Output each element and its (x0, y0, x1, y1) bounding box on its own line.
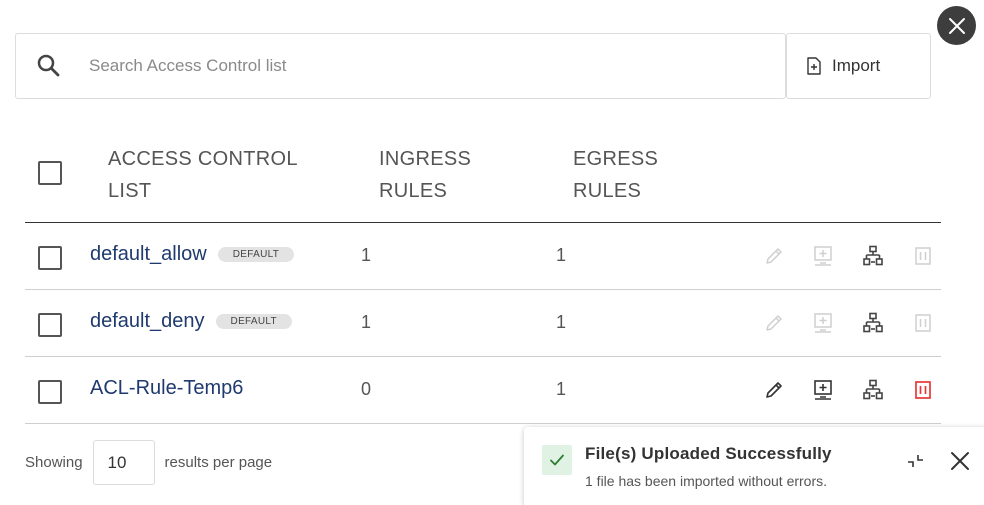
results-per-page-label: results per page (164, 454, 273, 471)
table-row: default_allow DEFAULT 1 1 (25, 223, 941, 290)
table-row: ACL-Rule-Temp6 0 1 (25, 357, 941, 424)
egress-count: 1 (556, 379, 567, 399)
collapse-toast-button[interactable] (904, 449, 928, 473)
search-input[interactable] (89, 56, 729, 76)
network-button[interactable] (861, 310, 885, 336)
row-checkbox[interactable] (38, 246, 62, 270)
network-button[interactable] (861, 243, 885, 269)
edit-button[interactable] (762, 243, 786, 269)
close-modal-button[interactable] (937, 6, 976, 45)
edit-button[interactable] (762, 377, 786, 403)
trash-icon (915, 381, 931, 399)
pencil-icon (766, 315, 782, 331)
acl-name[interactable]: default_allow (90, 243, 207, 266)
showing-label: Showing (25, 454, 83, 471)
select-all-checkbox[interactable] (38, 161, 62, 185)
check-icon (550, 454, 564, 466)
network-icon (863, 379, 883, 400)
header-acl: ACCESS CONTROL LIST (108, 148, 298, 202)
monitor-download-icon (814, 380, 832, 400)
export-button[interactable] (811, 310, 835, 336)
row-checkbox[interactable] (38, 313, 62, 337)
ingress-count: 1 (361, 245, 372, 265)
acl-name-link[interactable]: ACL-Rule-Temp6 (90, 377, 243, 400)
edit-button[interactable] (762, 310, 786, 336)
network-icon (863, 245, 883, 266)
success-toast: File(s) Uploaded Successfully 1 file has… (524, 427, 984, 505)
default-badge: DEFAULT (217, 247, 295, 262)
search-icon (35, 52, 63, 80)
delete-button[interactable] (911, 310, 935, 336)
import-label: Import (832, 56, 881, 75)
ingress-count: 1 (361, 312, 372, 332)
page-size-input[interactable] (92, 440, 155, 485)
pencil-icon (766, 248, 782, 264)
header-ingress: INGRESS RULES (379, 148, 472, 202)
egress-count: 1 (556, 245, 567, 265)
acl-name-link[interactable]: default_allow DEFAULT (90, 243, 295, 266)
acl-name[interactable]: default_deny (90, 310, 205, 333)
close-toast-button[interactable] (948, 449, 972, 473)
default-badge: DEFAULT (215, 314, 292, 329)
acl-table: ACCESS CONTROL LIST INGRESS RULES EGRESS… (25, 125, 941, 424)
monitor-download-icon (814, 313, 832, 333)
minimize-icon (908, 455, 923, 467)
network-button[interactable] (861, 377, 885, 403)
table-row: default_deny DEFAULT 1 1 (25, 290, 941, 357)
close-icon (948, 17, 965, 34)
pagination: Showing results per page (25, 440, 272, 485)
egress-count: 1 (556, 312, 567, 332)
acl-name[interactable]: ACL-Rule-Temp6 (90, 377, 243, 400)
import-button[interactable]: Import (786, 33, 931, 99)
monitor-download-icon (814, 246, 832, 266)
delete-button[interactable] (911, 377, 935, 403)
toast-title: File(s) Uploaded Successfully (585, 444, 832, 463)
pencil-icon (766, 382, 782, 398)
trash-icon (915, 314, 931, 332)
export-button[interactable] (811, 377, 835, 403)
trash-icon (915, 247, 931, 265)
header-egress: EGRESS RULES (573, 148, 659, 202)
close-icon (951, 452, 969, 470)
file-import-icon (807, 57, 821, 75)
network-icon (863, 312, 883, 333)
export-button[interactable] (811, 243, 835, 269)
search-box (15, 33, 786, 99)
delete-button[interactable] (911, 243, 935, 269)
ingress-count: 0 (361, 379, 372, 399)
acl-name-link[interactable]: default_deny DEFAULT (90, 310, 292, 333)
row-checkbox[interactable] (38, 380, 62, 404)
table-header: ACCESS CONTROL LIST INGRESS RULES EGRESS… (25, 125, 941, 223)
toast-message: 1 file has been imported without errors. (585, 473, 828, 489)
success-badge (542, 445, 572, 475)
